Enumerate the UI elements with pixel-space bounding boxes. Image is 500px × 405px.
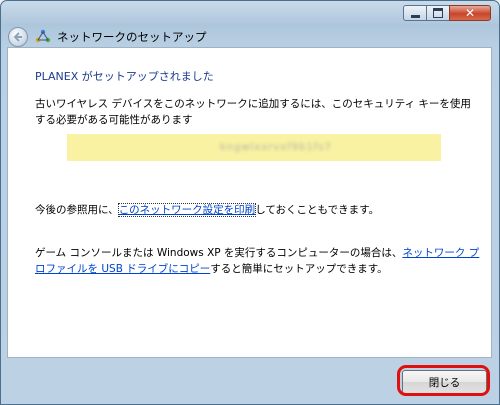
add-device-text: 古いワイヤレス デバイスをこのネットワークに追加するには、このセキュリティ キー… <box>35 98 471 126</box>
back-button[interactable] <box>8 27 28 47</box>
back-arrow-icon <box>13 32 22 42</box>
content-pane: PLANEX がセットアップされました 古いワイヤレス デバイスをこのネットワー… <box>7 47 492 358</box>
security-key-box: kngwlxxrvxf9b1fs7 <box>67 134 441 161</box>
security-key-value: kngwlxxrvxf9b1fs7 <box>220 142 332 153</box>
usb-copy-suffix: すると簡単にセットアップできます。 <box>210 263 388 275</box>
maximize-icon <box>433 8 443 18</box>
close-button[interactable]: 閉じる <box>402 370 487 394</box>
window-title: ネットワークのセットアップ <box>57 30 207 44</box>
print-settings-suffix: しておくこともできます。 <box>255 204 380 216</box>
maximize-button[interactable] <box>426 5 450 21</box>
usb-copy-prefix: ゲーム コンソールまたは Windows XP を実行するコンピューターの場合は… <box>35 247 403 259</box>
print-settings-link[interactable]: このネットワーク設定を印刷 <box>117 203 257 217</box>
network-setup-icon <box>35 29 51 43</box>
minimize-button[interactable] <box>403 5 427 21</box>
usb-copy-text: ゲーム コンソールまたは Windows XP を実行するコンピューターの場合は… <box>35 245 480 277</box>
page-heading: PLANEX がセットアップされました <box>35 70 214 83</box>
wizard-header: ネットワークのセットアップ <box>2 25 496 49</box>
minimize-icon <box>410 14 420 18</box>
close-window-button[interactable]: ✕ <box>449 5 491 21</box>
print-settings-prefix: 今後の参照用に、 <box>35 204 119 216</box>
print-settings-text: 今後の参照用に、このネットワーク設定を印刷しておくこともできます。 <box>35 202 379 218</box>
close-icon: ✕ <box>464 6 476 20</box>
caption-buttons: ✕ <box>403 5 491 23</box>
